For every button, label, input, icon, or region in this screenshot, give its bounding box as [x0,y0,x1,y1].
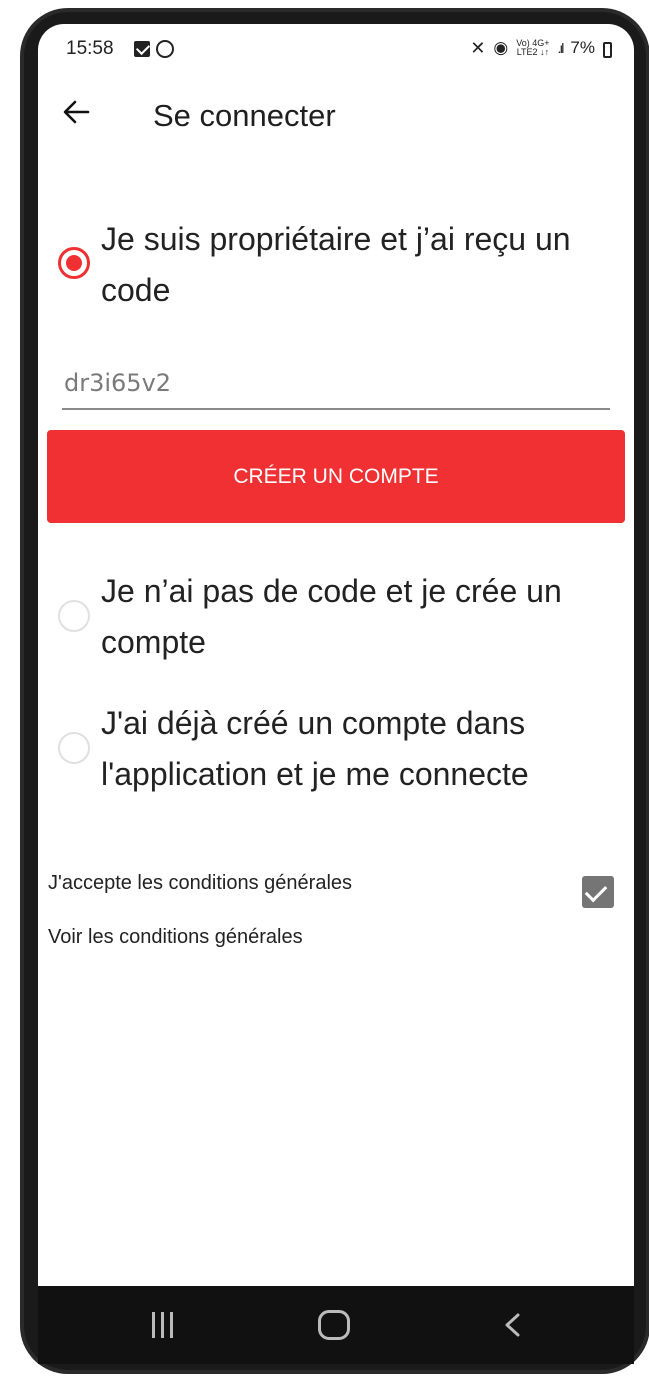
radio-unselected-icon[interactable] [58,600,90,632]
option-no-code-create-account[interactable]: Je n’ai pas de code et je crée un compte [38,566,634,672]
network-bottom: LTE2 ↓↑ [516,47,550,57]
battery-level: 7% [570,38,595,57]
view-terms-link[interactable]: Voir les conditions générales [48,926,608,949]
recent-apps-icon[interactable] [150,1312,176,1338]
whatsapp-notification-icon [156,40,174,58]
create-account-button[interactable]: CRÉER UN COMPTE [47,430,625,523]
accept-terms-label: J'accepte les conditions générales [48,872,353,894]
network-indicator: Vo) 4G+ LTE2 ↓↑ [516,39,549,57]
option-label: Je suis propriétaire et j’ai reçu un cod… [101,221,571,308]
navigation-bar [38,1286,634,1364]
message-notification-icon [134,41,150,57]
option-owner-with-code[interactable]: Je suis propriétaire et j’ai reçu un cod… [38,214,634,320]
hotspot-icon: ◉ [493,38,509,57]
signal-icon: .ıl [557,40,565,56]
option-label: Je n’ai pas de code et je crée un compte [101,573,562,660]
home-icon[interactable] [318,1310,350,1340]
screen: 15:58 ✕ ◉ Vo) 4G+ LTE2 ↓↑ .ıl 7% Se conn… [38,24,634,1364]
accept-terms-checkbox[interactable] [582,876,614,908]
battery-icon [603,42,612,58]
radio-unselected-icon[interactable] [58,732,90,764]
code-input[interactable] [62,364,610,410]
mute-icon: ✕ [470,38,486,58]
status-bar: 15:58 ✕ ◉ Vo) 4G+ LTE2 ↓↑ .ıl 7% [38,24,634,76]
page-title: Se connecter [153,98,336,133]
option-label: J'ai déjà créé un compte dans l'applicat… [101,705,529,792]
status-icons: ✕ ◉ Vo) 4G+ LTE2 ↓↑ .ıl 7% [470,37,612,59]
arrow-left-icon[interactable] [58,94,94,130]
radio-selected-icon[interactable] [58,247,90,279]
status-time: 15:58 [66,38,114,59]
app-bar: Se connecter [38,84,634,144]
option-existing-account-login[interactable]: J'ai déjà créé un compte dans l'applicat… [38,698,634,804]
chevron-left-icon[interactable] [500,1312,526,1338]
